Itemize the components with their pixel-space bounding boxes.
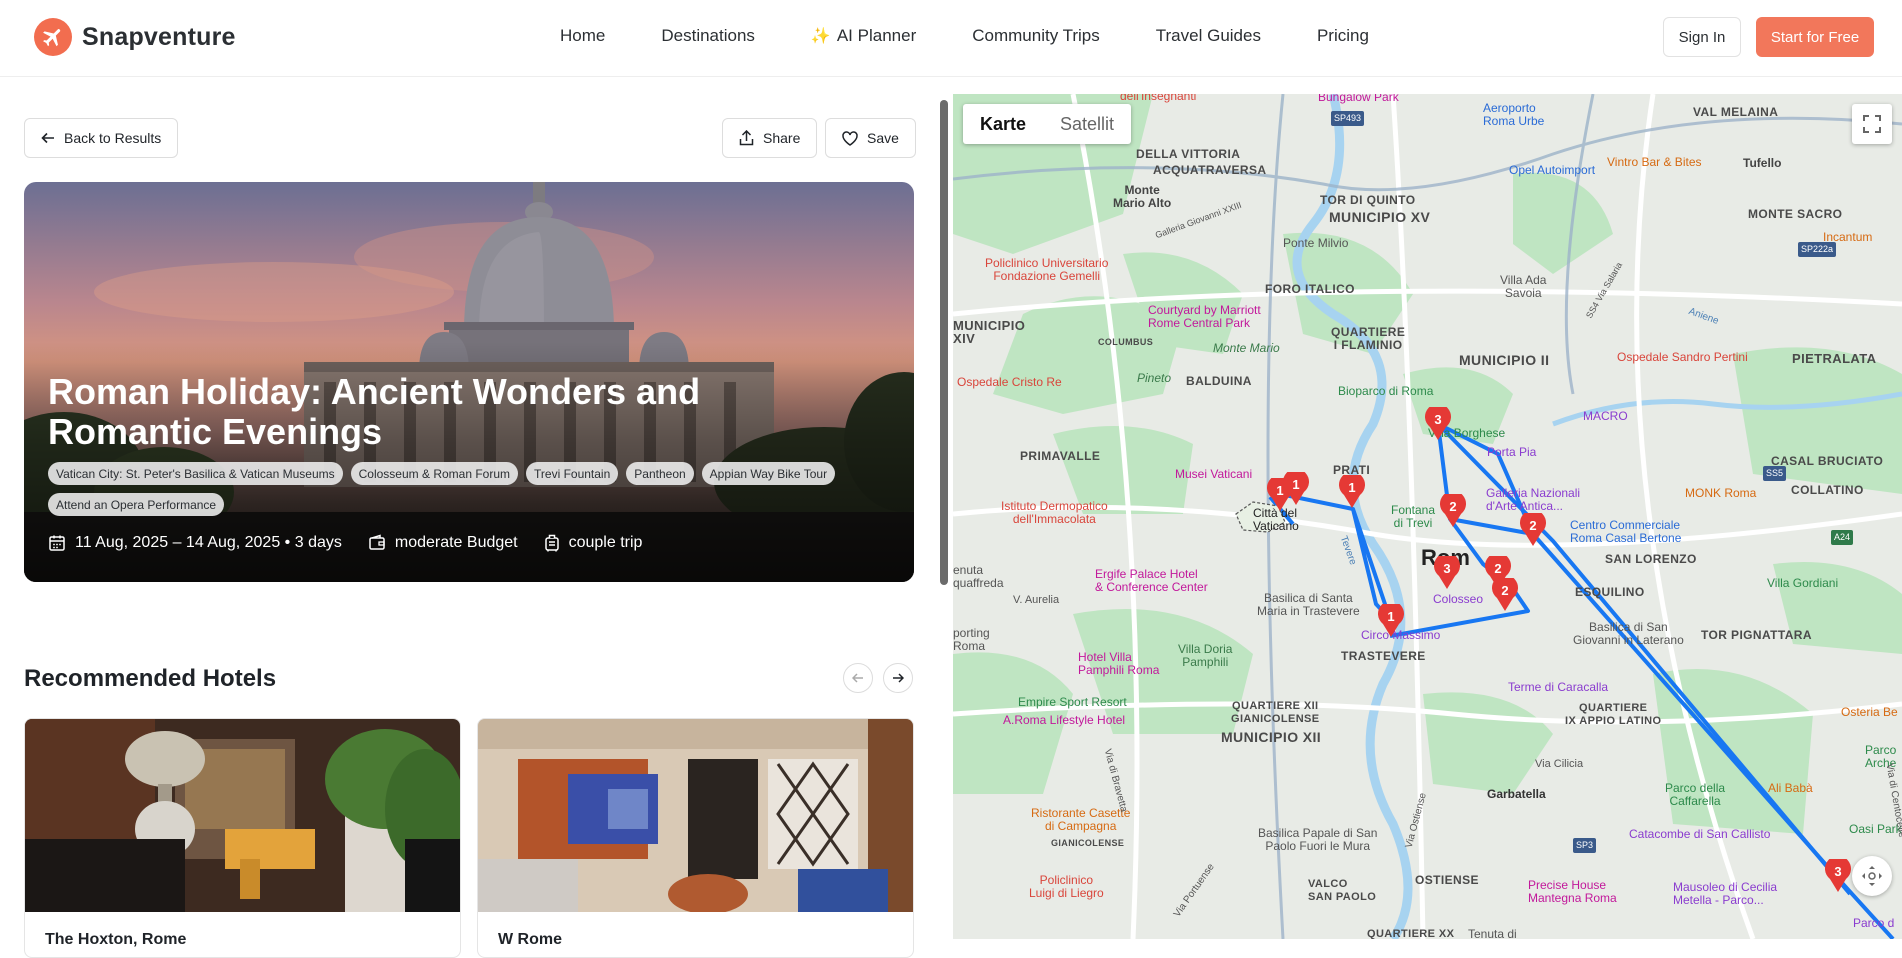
map-marker[interactable]: 2: [1520, 509, 1546, 547]
nav-community-label: Community Trips: [972, 26, 1100, 45]
map-mode-satellit[interactable]: Satellit: [1043, 104, 1131, 144]
trip-meta: 11 Aug, 2025 – 14 Aug, 2025 • 3 days mod…: [48, 534, 642, 552]
activity-tag: Trevi Fountain: [526, 462, 619, 485]
sparkle-icon: ✨: [810, 28, 831, 45]
marker-label: 2: [1449, 499, 1457, 514]
marker-label: 2: [1529, 518, 1537, 533]
map-mode-karte[interactable]: Karte: [963, 104, 1043, 144]
hotels-prev-button[interactable]: [843, 663, 873, 693]
sign-in-button[interactable]: Sign In: [1663, 17, 1741, 57]
back-to-results-button[interactable]: Back to Results: [24, 118, 179, 158]
luggage-icon: [544, 534, 559, 552]
marker-label: 2: [1494, 561, 1502, 576]
main-nav: Home Destinations ✨ AI Planner Community …: [560, 26, 1425, 46]
nav-community-trips[interactable]: Community Trips: [972, 26, 1100, 46]
map-marker[interactable]: 2: [1440, 490, 1466, 528]
route-markers: [953, 94, 1902, 939]
nav-ai-planner-label: AI Planner: [836, 26, 917, 45]
marker-label: 3: [1434, 412, 1442, 427]
map-type-toggle: Karte Satellit: [963, 104, 1132, 144]
map-marker[interactable]: 3: [1825, 855, 1851, 893]
logo[interactable]: Snapventure: [34, 18, 236, 56]
nav-pricing[interactable]: Pricing: [1317, 26, 1369, 46]
left-panel-scrollbar[interactable]: [940, 100, 948, 585]
hero-banner: Roman Holiday: Ancient Wonders and Roman…: [24, 182, 914, 582]
arrow-right-icon: [893, 673, 904, 683]
marker-label: 3: [1834, 864, 1842, 879]
map-marker[interactable]: 3: [1434, 552, 1460, 590]
move-arrows-icon: [1862, 866, 1882, 886]
activity-tag: Colosseum & Roman Forum: [350, 462, 519, 485]
marker-label: 3: [1443, 561, 1451, 576]
top-navbar: Snapventure Home Destinations ✨ AI Planne…: [0, 0, 1902, 77]
activity-tag: Appian Way Bike Tour: [701, 462, 836, 485]
start-free-button[interactable]: Start for Free: [1756, 17, 1874, 57]
map-marker[interactable]: 2: [1492, 574, 1518, 612]
arrow-left-icon: [852, 673, 863, 683]
nav-guides-label: Travel Guides: [1155, 26, 1261, 45]
trip-title: Roman Holiday: Ancient Wonders and Roman…: [48, 371, 701, 452]
marker-label: 2: [1501, 583, 1509, 598]
back-label: Back to Results: [64, 130, 162, 146]
heart-icon: [842, 130, 858, 146]
map-marker[interactable]: 1: [1378, 600, 1404, 638]
save-label: Save: [867, 130, 899, 146]
activity-tag: Attend an Opera Performance: [48, 493, 225, 516]
trip-type: couple trip: [544, 534, 643, 552]
trip-dates: 11 Aug, 2025 – 14 Aug, 2025 • 3 days: [48, 534, 342, 552]
share-icon: [739, 130, 754, 146]
hotel-card[interactable]: W Rome: [477, 718, 914, 958]
marker-label: 1: [1387, 609, 1395, 624]
fullscreen-icon: [1863, 115, 1881, 133]
nav-home[interactable]: Home: [560, 26, 605, 46]
hotel-name: The Hoxton, Rome: [45, 931, 187, 948]
marker-label: 1: [1292, 477, 1300, 492]
wallet-icon: [369, 534, 385, 550]
hotel-photo: [478, 719, 913, 912]
activity-tag: Vatican City: St. Peter's Basilica & Vat…: [48, 462, 343, 485]
arrow-left-icon: [41, 132, 54, 144]
calendar-icon: [49, 535, 65, 551]
hotel-name: W Rome: [498, 931, 562, 948]
marker-label: 1: [1348, 480, 1356, 495]
hotels-next-button[interactable]: [883, 663, 913, 693]
nav-destinations-label: Destinations: [661, 26, 755, 45]
recommended-hotels-title: Recommended Hotels: [24, 665, 277, 692]
save-button[interactable]: Save: [825, 118, 916, 158]
share-button[interactable]: Share: [722, 118, 818, 158]
trip-budget: moderate Budget: [368, 534, 518, 552]
route-map[interactable]: DELLA VITTORIA ACQUATRAVERSA Monte Mario…: [953, 94, 1902, 939]
nav-travel-guides[interactable]: Travel Guides: [1156, 26, 1261, 46]
hotel-photo: [25, 719, 460, 912]
nav-home-label: Home: [560, 26, 606, 45]
trip-dates-label: 11 Aug, 2025 – 14 Aug, 2025 • 3 days: [75, 534, 342, 551]
map-camera-control-button[interactable]: [1852, 856, 1892, 896]
share-label: Share: [763, 130, 801, 146]
nav-destinations[interactable]: Destinations: [661, 26, 755, 46]
nav-pricing-label: Pricing: [1316, 26, 1369, 45]
fullscreen-button[interactable]: [1852, 104, 1892, 144]
activity-tag: Pantheon: [626, 462, 694, 485]
map-marker[interactable]: 3: [1425, 403, 1451, 441]
map-marker[interactable]: 1: [1339, 471, 1365, 509]
activity-tags: Vatican City: St. Peter's Basilica & Vat…: [48, 462, 898, 516]
logo-text: Snapventure: [82, 22, 236, 51]
trip-type-label: couple trip: [568, 534, 643, 551]
map-marker[interactable]: 1: [1283, 468, 1309, 506]
hotel-card[interactable]: The Hoxton, Rome: [24, 718, 461, 958]
nav-ai-planner[interactable]: ✨ AI Planner: [811, 26, 916, 46]
trip-budget-label: moderate Budget: [394, 534, 518, 551]
plane-logo-icon: [34, 18, 72, 56]
